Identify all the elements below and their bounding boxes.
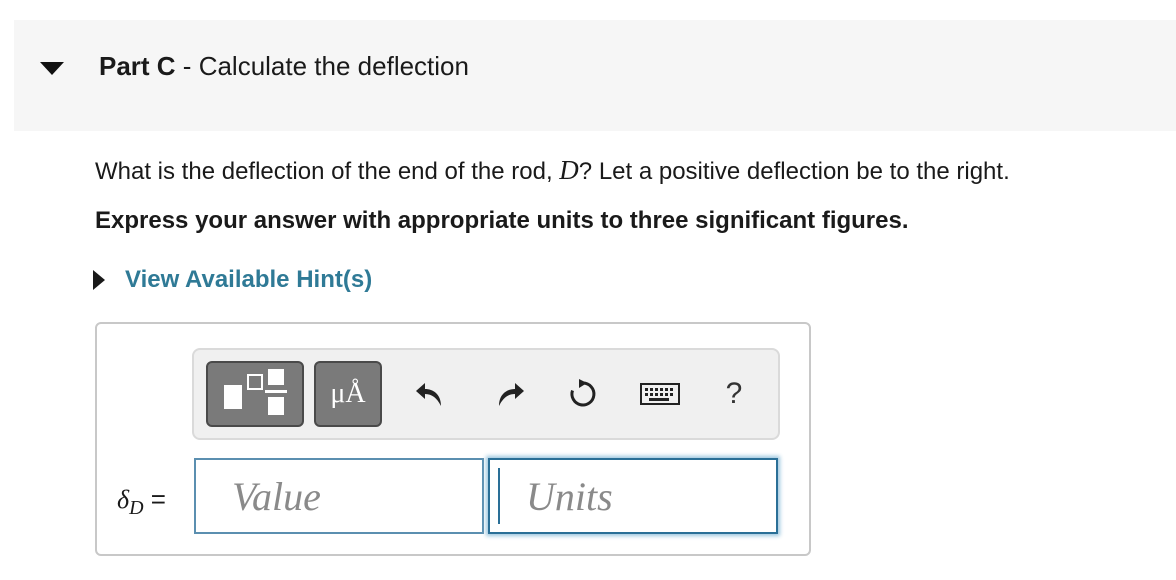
question-variable: D [559, 155, 579, 185]
collapse-triangle-icon[interactable] [40, 62, 64, 76]
part-title-text: Calculate the deflection [198, 51, 469, 81]
answer-instruction: Express your answer with appropriate uni… [95, 207, 909, 234]
answer-variable-label: δD = [117, 484, 166, 520]
templates-icon [224, 369, 287, 415]
value-input[interactable] [194, 458, 484, 534]
part-separator: - [175, 51, 199, 81]
part-label: Part C [99, 51, 176, 81]
question-text-before: What is the deflection of the end of the… [95, 158, 560, 185]
templates-button[interactable] [206, 361, 304, 427]
view-hints-label: View Available Hint(s) [125, 266, 373, 293]
answer-subscript: D [129, 497, 144, 520]
reset-icon[interactable] [561, 372, 605, 416]
question-text: What is the deflection of the end of the… [95, 155, 1010, 186]
text-cursor [498, 468, 500, 524]
part-header[interactable]: Part C - Calculate the deflection [14, 20, 1176, 131]
question-text-after: ? Let a positive deflection be to the ri… [578, 158, 1010, 185]
expand-triangle-icon [93, 270, 105, 290]
math-toolbar: μÅ ? [192, 348, 780, 440]
units-input[interactable] [488, 458, 778, 534]
help-button[interactable]: ? [712, 372, 756, 416]
part-title: Part C - Calculate the deflection [99, 51, 469, 82]
undo-icon[interactable] [408, 372, 452, 416]
units-button[interactable]: μÅ [314, 361, 382, 427]
view-hints-link[interactable]: View Available Hint(s) [93, 266, 372, 294]
answer-box: μÅ ? δD = [95, 322, 811, 556]
answer-symbol: δ [117, 485, 130, 514]
answer-equals: = [150, 484, 166, 514]
redo-icon[interactable] [488, 372, 532, 416]
keyboard-icon[interactable] [636, 372, 684, 416]
